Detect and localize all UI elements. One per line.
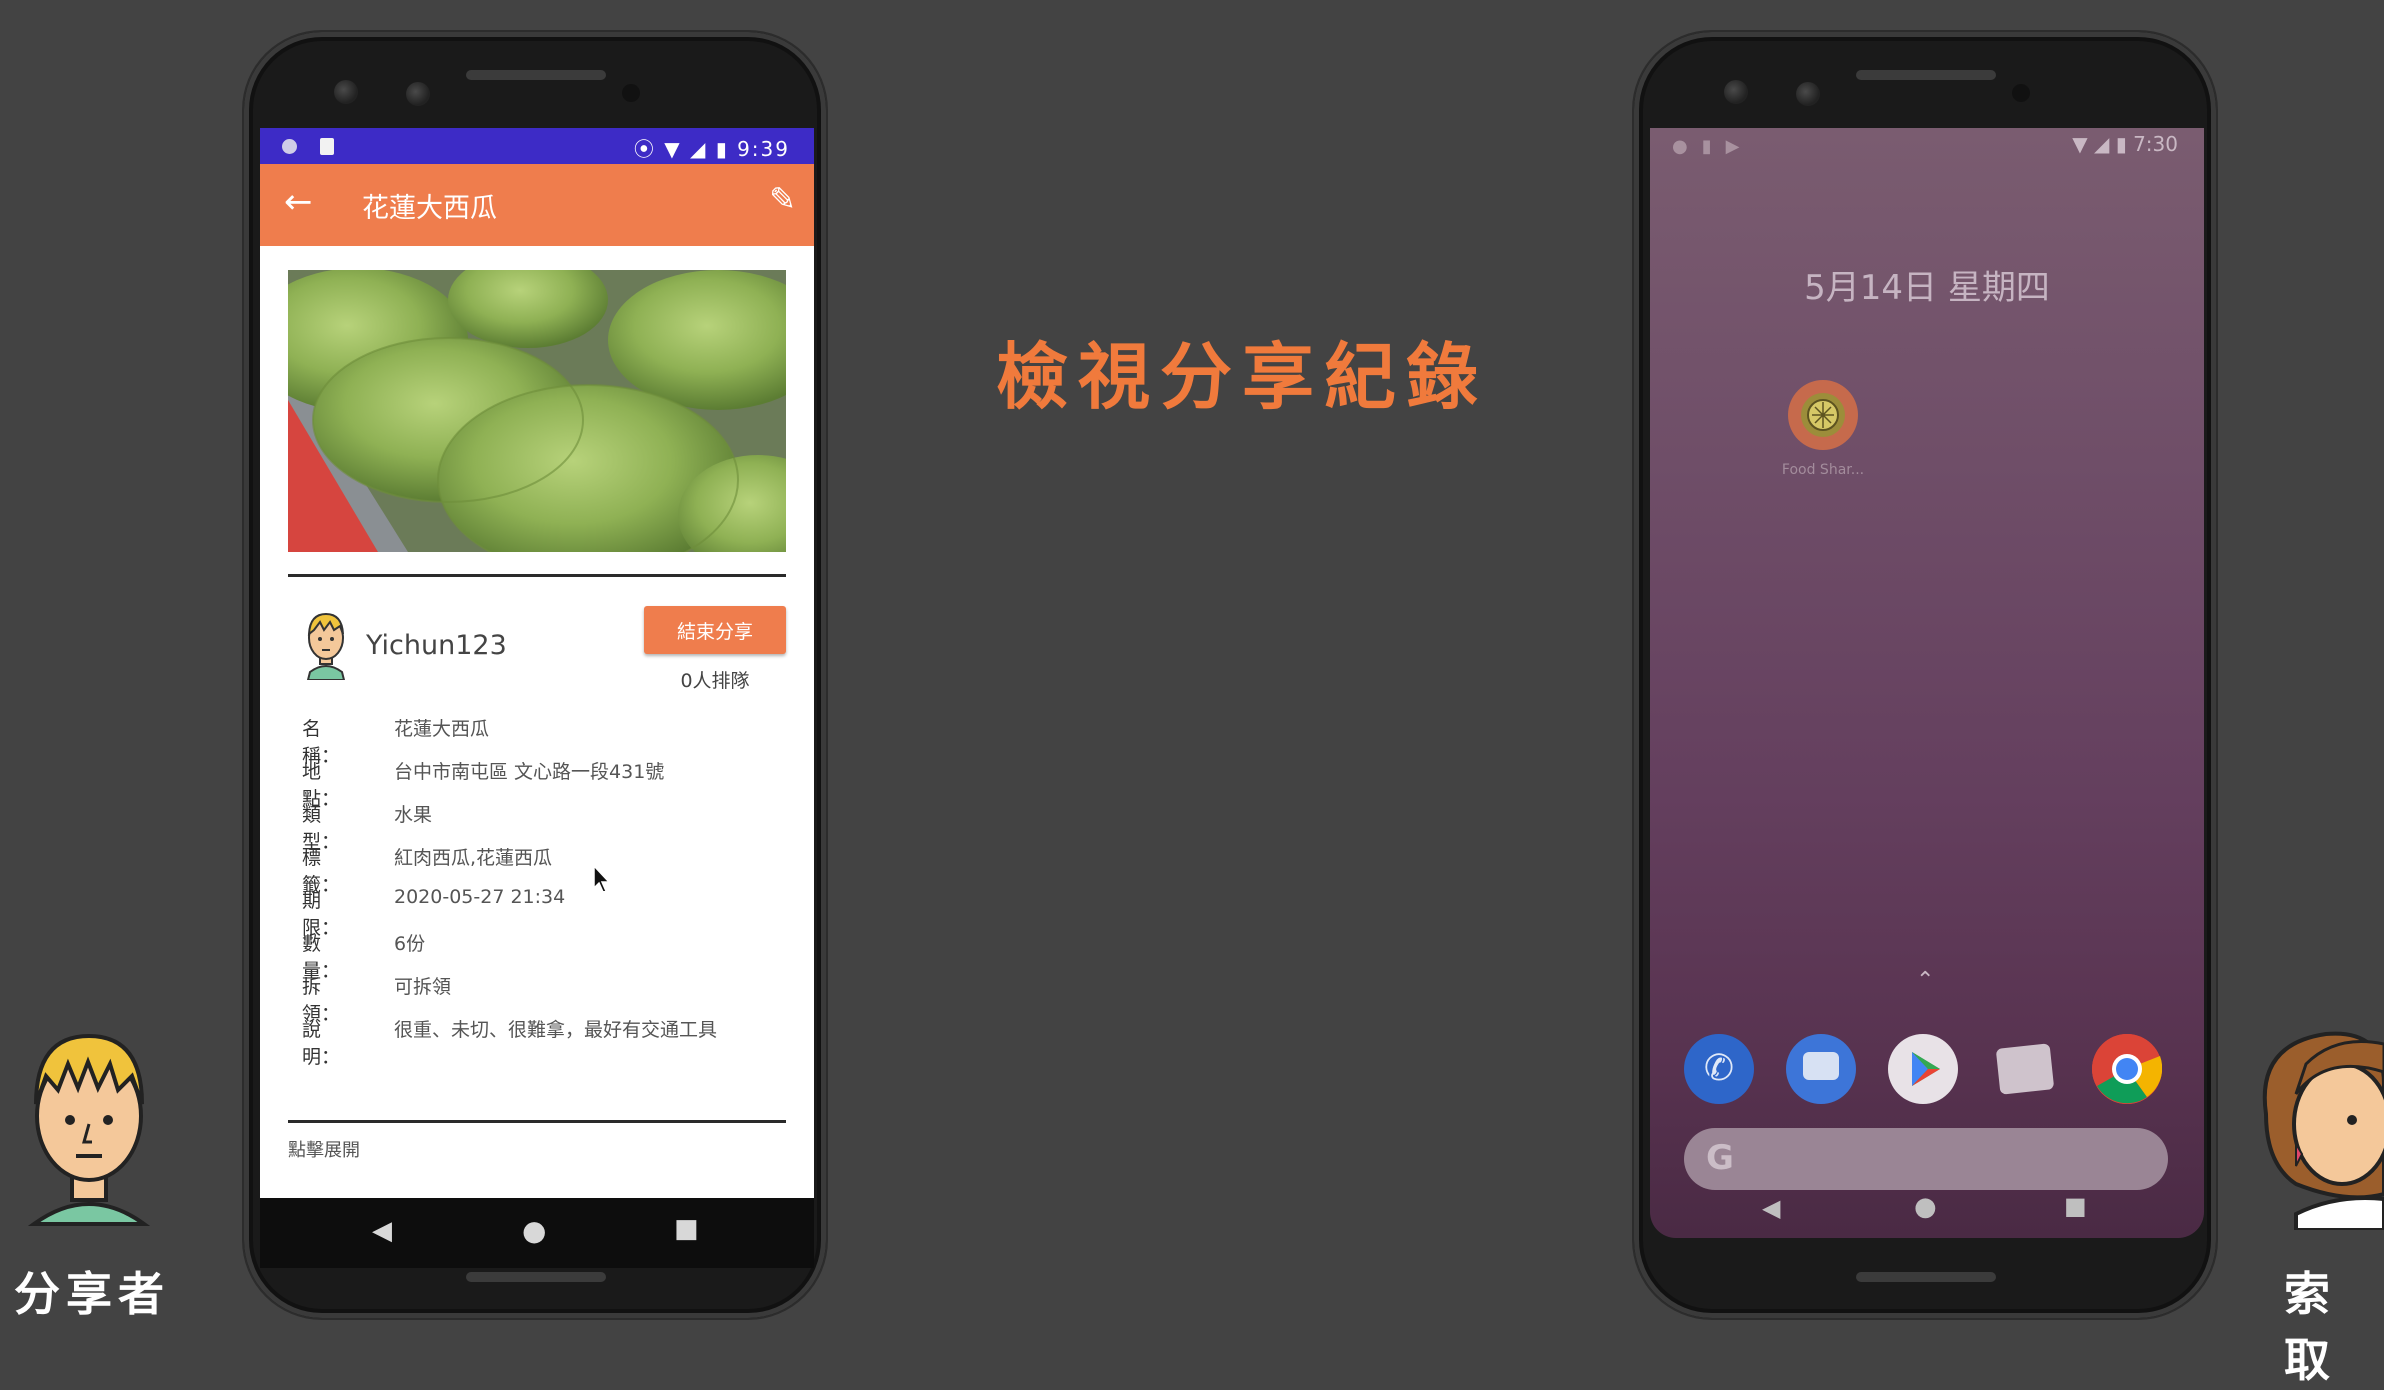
right-phone: ●▮▶ ▼ ◢ ▮ 7:30 5月14日 星期四 Food Shar... ⌃ … — [1634, 32, 2216, 1318]
left-phone: ⦿ ▼ ◢ ▮ 9:39 ← 花蓮大西瓜 ✎ Yichun123 結束分享 0人… — [244, 32, 826, 1318]
notification-icon — [282, 139, 297, 154]
sharer-caption: 分享者 — [14, 1267, 170, 1321]
nav-recents-icon[interactable]: ■ — [674, 1214, 699, 1244]
nav-back-icon[interactable]: ◀ — [372, 1216, 392, 1246]
watermelon-image — [288, 270, 786, 552]
food-share-app-icon[interactable] — [1788, 380, 1858, 450]
food-photo — [288, 270, 786, 552]
play-store-icon[interactable] — [1888, 1034, 1958, 1104]
google-search-bar[interactable]: G — [1684, 1128, 2168, 1190]
status-bar: ⦿ ▼ ◢ ▮ 9:39 — [260, 128, 814, 164]
proximity-sensor — [2012, 84, 2030, 102]
camera-app-icon[interactable] — [1990, 1034, 2060, 1104]
back-arrow-icon[interactable]: ← — [284, 182, 313, 222]
home-date: 5月14日 星期四 — [1804, 268, 2050, 308]
chrome-icon[interactable] — [2092, 1034, 2163, 1104]
battery-icon: ▮ — [2115, 132, 2127, 156]
nav-home-icon[interactable]: ● — [522, 1214, 546, 1247]
battery-icon: ▮ — [715, 137, 729, 161]
status-time: 7:30 — [2133, 132, 2178, 156]
username: Yichun123 — [366, 630, 507, 661]
right-screen: ●▮▶ ▼ ◢ ▮ 7:30 5月14日 星期四 Food Shar... ⌃ … — [1650, 128, 2204, 1238]
edit-pencil-icon[interactable]: ✎ — [769, 180, 796, 218]
earpiece — [1856, 70, 1996, 80]
sharer-avatar — [300, 608, 352, 684]
nav-recents-icon[interactable]: ■ — [2064, 1192, 2087, 1220]
sd-card-icon — [320, 138, 334, 155]
status-right: ▼ ◢ ▮ 7:30 — [2072, 132, 2178, 156]
field-value: 2020-05-27 21:34 — [394, 886, 566, 908]
messages-app-icon[interactable] — [1786, 1034, 1856, 1104]
app-drawer-chevron-icon[interactable]: ⌃ — [1916, 968, 1934, 993]
front-camera — [1724, 80, 1748, 104]
app-bar: ← 花蓮大西瓜 ✎ — [260, 164, 814, 246]
end-share-button[interactable]: 結束分享 — [644, 606, 786, 654]
wifi-icon: ▼ — [664, 137, 682, 161]
field-value: 很重、未切、很難拿，最好有交通工具 — [394, 1019, 718, 1041]
expand-link[interactable]: 點擊展開 — [288, 1136, 360, 1162]
status-left-icons: ●▮▶ — [1672, 136, 1753, 157]
status-time: 9:39 — [737, 137, 790, 161]
requester-caption: 索取 — [2284, 1267, 2336, 1387]
section-divider-top — [288, 574, 786, 577]
food-share-app-label: Food Shar... — [1781, 462, 1865, 478]
sd-card-icon: ▮ — [1701, 136, 1726, 157]
location-icon: ⦿ — [633, 137, 656, 161]
nav-home-icon[interactable]: ● — [1914, 1192, 1937, 1222]
page-heading: 檢視分享紀錄 — [996, 335, 1489, 419]
field-value: 水果 — [394, 804, 433, 826]
phone-app-icon[interactable]: ✆ — [1684, 1034, 1754, 1104]
mouse-cursor-icon — [593, 864, 611, 893]
sharer-character-illustration — [27, 1033, 151, 1226]
field-value: 花蓮大西瓜 — [394, 718, 490, 740]
signal-icon: ◢ — [689, 137, 708, 161]
field-value: 台中市南屯區 文心路一段431號 — [394, 761, 665, 783]
field-label: 說明： — [302, 1019, 341, 1068]
bottom-speaker — [466, 1272, 606, 1282]
field-value: 紅肉西瓜,花蓮西瓜 — [394, 847, 553, 869]
bottom-speaker — [1856, 1272, 1996, 1282]
navigation-bar: ◀ ● ■ — [260, 1198, 814, 1268]
status-right: ⦿ ▼ ◢ ▮ 9:39 — [634, 133, 790, 162]
field-value: 6份 — [394, 933, 426, 955]
signal-icon: ◢ — [2093, 132, 2110, 156]
queue-count: 0人排隊 — [680, 670, 750, 692]
notification-icon: ● — [1672, 136, 1702, 157]
play-store-notification-icon: ▶ — [1725, 136, 1754, 157]
app-bar-title: 花蓮大西瓜 — [362, 193, 497, 224]
google-g-icon: G — [1706, 1138, 1734, 1178]
nav-back-icon[interactable]: ◀ — [1762, 1194, 1780, 1222]
section-divider-bottom — [288, 1120, 786, 1123]
front-sensor — [1796, 82, 1820, 106]
wifi-icon: ▼ — [2072, 132, 2088, 156]
field-value: 可拆領 — [394, 976, 452, 998]
front-sensor — [406, 82, 430, 106]
front-camera — [334, 80, 358, 104]
earpiece — [466, 70, 606, 80]
proximity-sensor — [622, 84, 640, 102]
left-screen: ⦿ ▼ ◢ ▮ 9:39 ← 花蓮大西瓜 ✎ Yichun123 結束分享 0人… — [260, 128, 814, 1268]
requester-character-illustration — [2262, 1031, 2384, 1230]
